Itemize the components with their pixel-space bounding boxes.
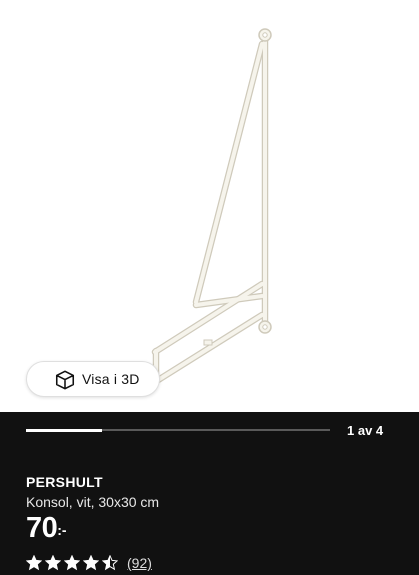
view-in-3d-button[interactable]: Visa i 3D [26, 361, 160, 397]
star-full-icon [26, 555, 42, 571]
price-amount: 70 [26, 512, 58, 544]
star-full-icon [83, 555, 99, 571]
product-image-area[interactable]: Visa i 3D [0, 0, 419, 412]
product-description: Konsol, vit, 30x30 cm [26, 494, 160, 510]
star-half-icon [102, 555, 118, 571]
product-rating[interactable]: (92) [26, 554, 152, 572]
rating-stars [26, 555, 118, 571]
gallery-counter: 1 av 4 [347, 423, 384, 438]
review-count-link[interactable]: (92) [127, 555, 152, 571]
star-full-icon [45, 555, 61, 571]
cube-icon [55, 370, 75, 390]
gallery-progress-fill [26, 428, 102, 432]
view-in-3d-label: Visa i 3D [82, 371, 140, 387]
product-name: PERSHULT [26, 474, 103, 490]
product-price: 70:- [26, 512, 67, 545]
product-info-panel: 1 av 4 PERSHULT Konsol, vit, 30x30 cm 70… [0, 412, 419, 575]
gallery-progress-bar [26, 428, 330, 432]
price-suffix: :- [57, 522, 67, 538]
star-full-icon [64, 555, 80, 571]
product-image-bracket [151, 28, 272, 387]
